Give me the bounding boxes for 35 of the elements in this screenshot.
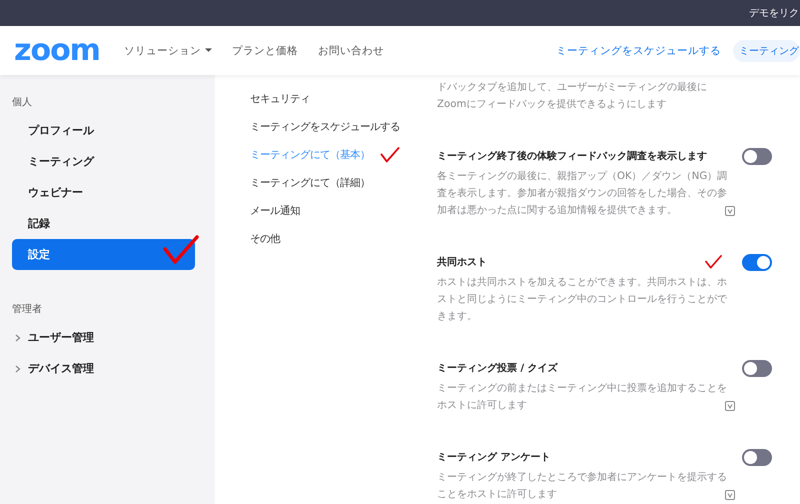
setting-title: 共同ホスト xyxy=(437,256,488,269)
section-heading: 管理者 xyxy=(12,302,43,317)
settings-tab[interactable]: その他 xyxy=(250,232,280,246)
info-box-icon[interactable] xyxy=(725,490,735,500)
nav-link[interactable]: ソリューション xyxy=(124,44,212,58)
nav-link[interactable]: お問い合わせ xyxy=(318,44,384,58)
toggle-switch[interactable] xyxy=(742,254,772,270)
sidebar-item[interactable]: プロフィール xyxy=(12,115,195,146)
setting-title: ミーティング投票 / クイズ xyxy=(437,362,559,375)
info-box-icon[interactable] xyxy=(725,206,735,216)
settings-tab[interactable]: ミーティングにて（詳細） xyxy=(250,176,370,190)
sidebar-item[interactable]: ミーティング xyxy=(12,146,195,177)
setting-description: 各ミーティングの最後に、親指アップ（OK）／ダウン（NG）調査を表示します。参加者が親指ダウンの回答をした場合、その参加者は悪かった点に関する追加情報を提供できます。 xyxy=(437,170,728,218)
section-heading: 個人 xyxy=(12,96,33,110)
sidebar-item[interactable]: デバイス管理 xyxy=(12,353,195,384)
toggle-switch[interactable] xyxy=(742,448,772,466)
demo-request-link[interactable]: デモをリク xyxy=(749,6,799,20)
toggle-switch[interactable] xyxy=(742,148,772,164)
info-box-icon[interactable] xyxy=(725,401,735,411)
toggle-switch[interactable] xyxy=(742,360,772,376)
setting-description: ドバックタブを追加して、ユーザーがミーティングの最後にZoomにフィードバックを提供できるようにします xyxy=(437,80,708,112)
setting-description: ミーティングが終了したところで参加者にアンケートを提示することをホストに許可します xyxy=(437,470,728,502)
setting-description: ホストは共同ホストを加えることができます。共同ホストは、ホストと同じようにミーティング中のコントロールを行うことができます。 xyxy=(437,276,728,324)
setting-title: ミーティング終了後の体験フィードバック調査を表示します xyxy=(437,149,708,163)
setting-title: ミーティング アンケート xyxy=(437,451,552,464)
sidebar-item[interactable]: ユーザー管理 xyxy=(12,322,195,353)
setting-description: ミーティングの前またはミーティング中に投票を追加することをホストに許可します xyxy=(437,382,728,413)
meeting-button[interactable]: ミーティング xyxy=(733,40,800,62)
settings-tab[interactable]: セキュリティ xyxy=(250,92,310,106)
schedule-meeting-link[interactable]: ミーティングをスケジュールする xyxy=(556,44,721,58)
settings-tab[interactable]: メール通知 xyxy=(250,204,300,218)
settings-tab[interactable]: ミーティングをスケジュールする xyxy=(250,120,400,134)
sidebar-item[interactable]: ウェビナー xyxy=(12,177,195,208)
sidebar-item[interactable]: 記録 xyxy=(12,208,195,239)
nav-link[interactable]: プランと価格 xyxy=(232,44,298,58)
